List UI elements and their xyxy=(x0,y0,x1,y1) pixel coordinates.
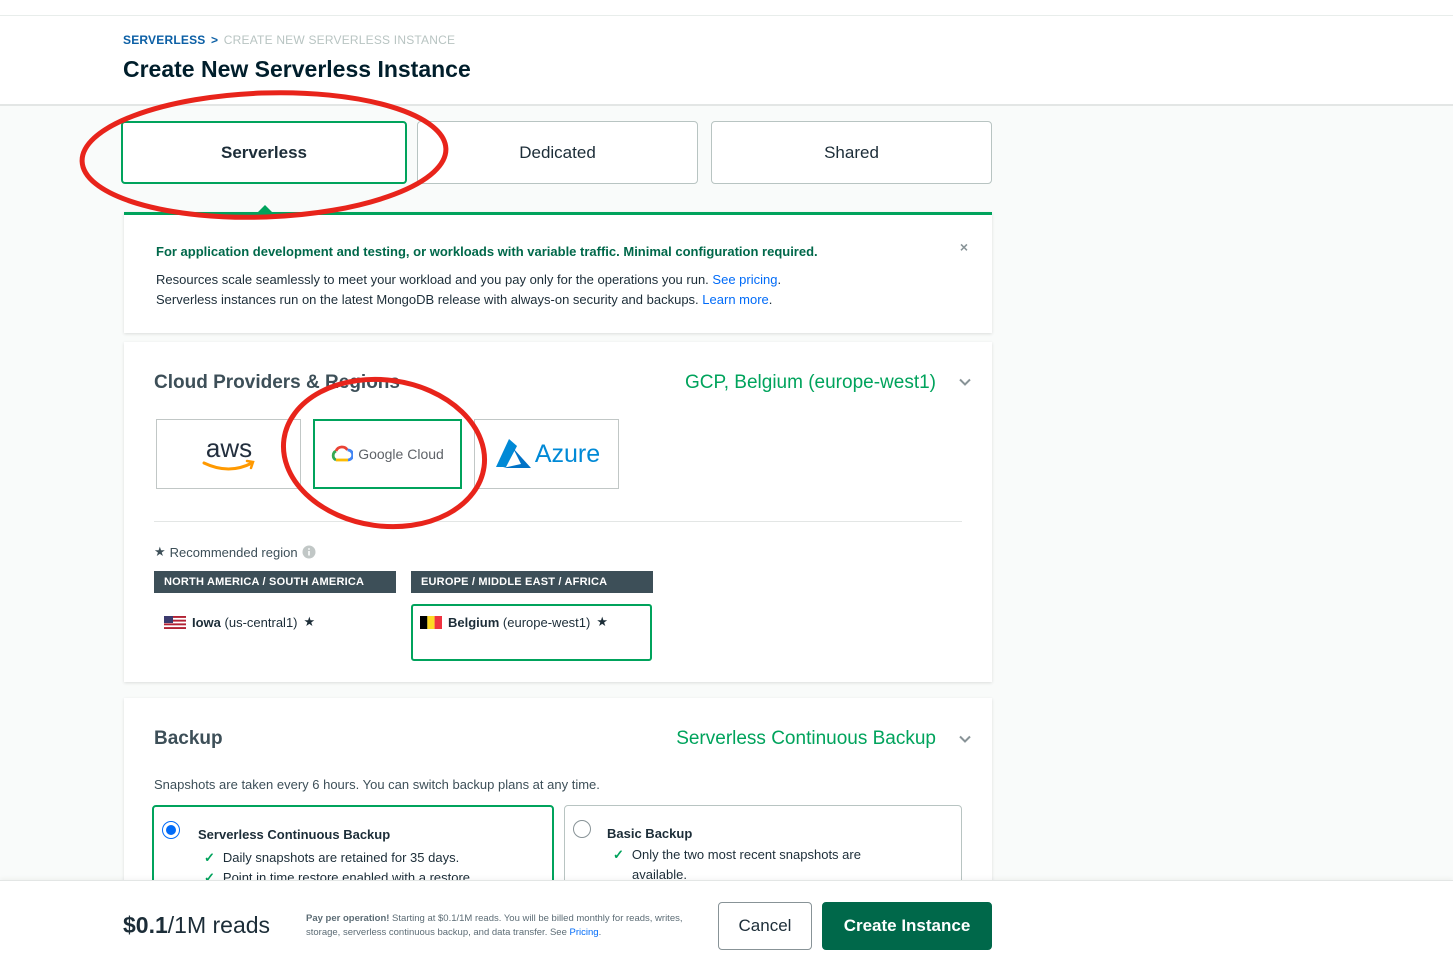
info-text: Resources scale seamlessly to meet your … xyxy=(156,272,709,287)
check-icon: ✓ xyxy=(204,850,215,865)
breadcrumb-separator: > xyxy=(211,33,219,47)
plan-feature: ✓ Only the two most recent snapshots are xyxy=(613,847,861,863)
plan-title: Serverless Continuous Backup xyxy=(198,827,391,842)
page-header: SERVERLESS > CREATE NEW SERVERLESS INSTA… xyxy=(0,16,1453,106)
plan-title: Basic Backup xyxy=(607,826,693,841)
price-amount: $0.1 xyxy=(123,912,168,938)
provider-aws[interactable]: aws xyxy=(156,419,301,489)
google-cloud-label: Google Cloud xyxy=(358,446,444,462)
breadcrumb-current: CREATE NEW SERVERLESS INSTANCE xyxy=(223,33,456,47)
pricing-note: Pay per operation! Starting at $0.1/1M r… xyxy=(306,912,696,940)
price-display: $0.1/1M reads xyxy=(123,912,270,939)
price-unit: /1M reads xyxy=(167,912,271,938)
breadcrumb-link-serverless[interactable]: SERVERLESS xyxy=(123,33,205,47)
backup-card: Backup Serverless Continuous Backup Snap… xyxy=(124,698,992,898)
cloud-providers-summary: GCP, Belgium (europe-west1) xyxy=(685,372,936,393)
check-icon: ✓ xyxy=(613,847,624,862)
star-icon: ★ xyxy=(303,614,316,629)
region-option-iowa[interactable]: Iowa (us-central1) ★ xyxy=(164,614,315,630)
google-cloud-icon xyxy=(332,445,354,462)
plan-feature-text: Daily snapshots are retained for 35 days… xyxy=(222,850,460,865)
region-name: Iowa xyxy=(192,614,221,630)
tab-dedicated[interactable]: Dedicated xyxy=(417,121,698,184)
tab-label: Serverless xyxy=(220,142,308,162)
plan-feature-text: Only the two most recent snapshots are xyxy=(631,847,861,862)
aws-logo-text: aws xyxy=(205,433,251,463)
create-instance-button[interactable]: Create Instance xyxy=(822,902,992,950)
page-title: Create New Serverless Instance xyxy=(123,56,471,82)
info-period: . xyxy=(768,292,773,307)
recommended-region-label: Recommended region xyxy=(169,544,298,560)
learn-more-link[interactable]: Learn more xyxy=(702,292,768,307)
pricing-note-end: . xyxy=(598,927,602,938)
radio-selected-icon[interactable] xyxy=(162,821,180,839)
info-line-release: Serverless instances run on the latest M… xyxy=(156,292,772,307)
info-icon[interactable] xyxy=(302,545,316,559)
radio-unselected-icon[interactable] xyxy=(573,820,591,838)
info-period: . xyxy=(777,272,782,287)
footer-bar: $0.1/1M reads Pay per operation! Startin… xyxy=(0,880,1453,959)
backup-description: Snapshots are taken every 6 hours. You c… xyxy=(154,777,600,792)
info-text: Serverless instances run on the latest M… xyxy=(156,292,699,307)
tab-shared[interactable]: Shared xyxy=(711,121,992,184)
region-group-header: EUROPE / MIDDLE EAST / AFRICA xyxy=(411,571,653,593)
tab-label: Dedicated xyxy=(519,142,596,162)
close-icon[interactable]: × xyxy=(960,239,968,255)
chevron-down-icon[interactable] xyxy=(958,732,972,746)
provider-azure[interactable]: Azure xyxy=(474,419,619,489)
pricing-note-bold: Pay per operation! xyxy=(306,913,390,924)
region-option-belgium[interactable]: Belgium (europe-west1) ★ xyxy=(420,614,608,630)
tab-label: Shared xyxy=(824,142,879,162)
plan-feature: ✓ Daily snapshots are retained for 35 day… xyxy=(204,850,459,866)
backup-title: Backup xyxy=(154,728,223,749)
tab-serverless[interactable]: Serverless xyxy=(121,121,407,184)
pricing-link[interactable]: Pricing xyxy=(570,927,599,938)
breadcrumb: SERVERLESS > CREATE NEW SERVERLESS INSTA… xyxy=(123,33,455,47)
azure-label: Azure xyxy=(534,439,601,468)
cloud-providers-card: Cloud Providers & Regions GCP, Belgium (… xyxy=(124,342,992,682)
star-icon: ★ xyxy=(154,544,166,559)
recommended-region-legend: ★ Recommended region xyxy=(154,544,316,560)
backup-summary: Serverless Continuous Backup xyxy=(676,728,936,749)
us-flag-icon xyxy=(164,615,186,629)
region-code: (us-central1) xyxy=(224,614,298,630)
provider-google-cloud[interactable]: Google Cloud xyxy=(313,419,462,489)
region-code: (europe-west1) xyxy=(502,614,591,630)
section-divider xyxy=(154,521,962,522)
star-icon: ★ xyxy=(596,614,609,629)
region-group-header: NORTH AMERICA / SOUTH AMERICA xyxy=(154,571,396,593)
serverless-info-panel: For application development and testing,… xyxy=(124,212,992,333)
info-line-pricing: Resources scale seamlessly to meet your … xyxy=(156,272,781,287)
chevron-down-icon[interactable] xyxy=(958,375,972,389)
see-pricing-link[interactable]: See pricing xyxy=(712,272,777,287)
azure-logo-icon xyxy=(495,439,531,468)
aws-logo-icon: aws xyxy=(202,433,255,471)
region-name: Belgium xyxy=(448,614,500,630)
info-headline: For application development and testing,… xyxy=(156,244,818,259)
cloud-providers-title: Cloud Providers & Regions xyxy=(154,372,400,393)
selected-region-box[interactable] xyxy=(411,604,652,661)
belgium-flag-icon xyxy=(420,615,442,629)
top-strip xyxy=(0,0,1453,16)
cancel-button[interactable]: Cancel xyxy=(718,902,812,950)
